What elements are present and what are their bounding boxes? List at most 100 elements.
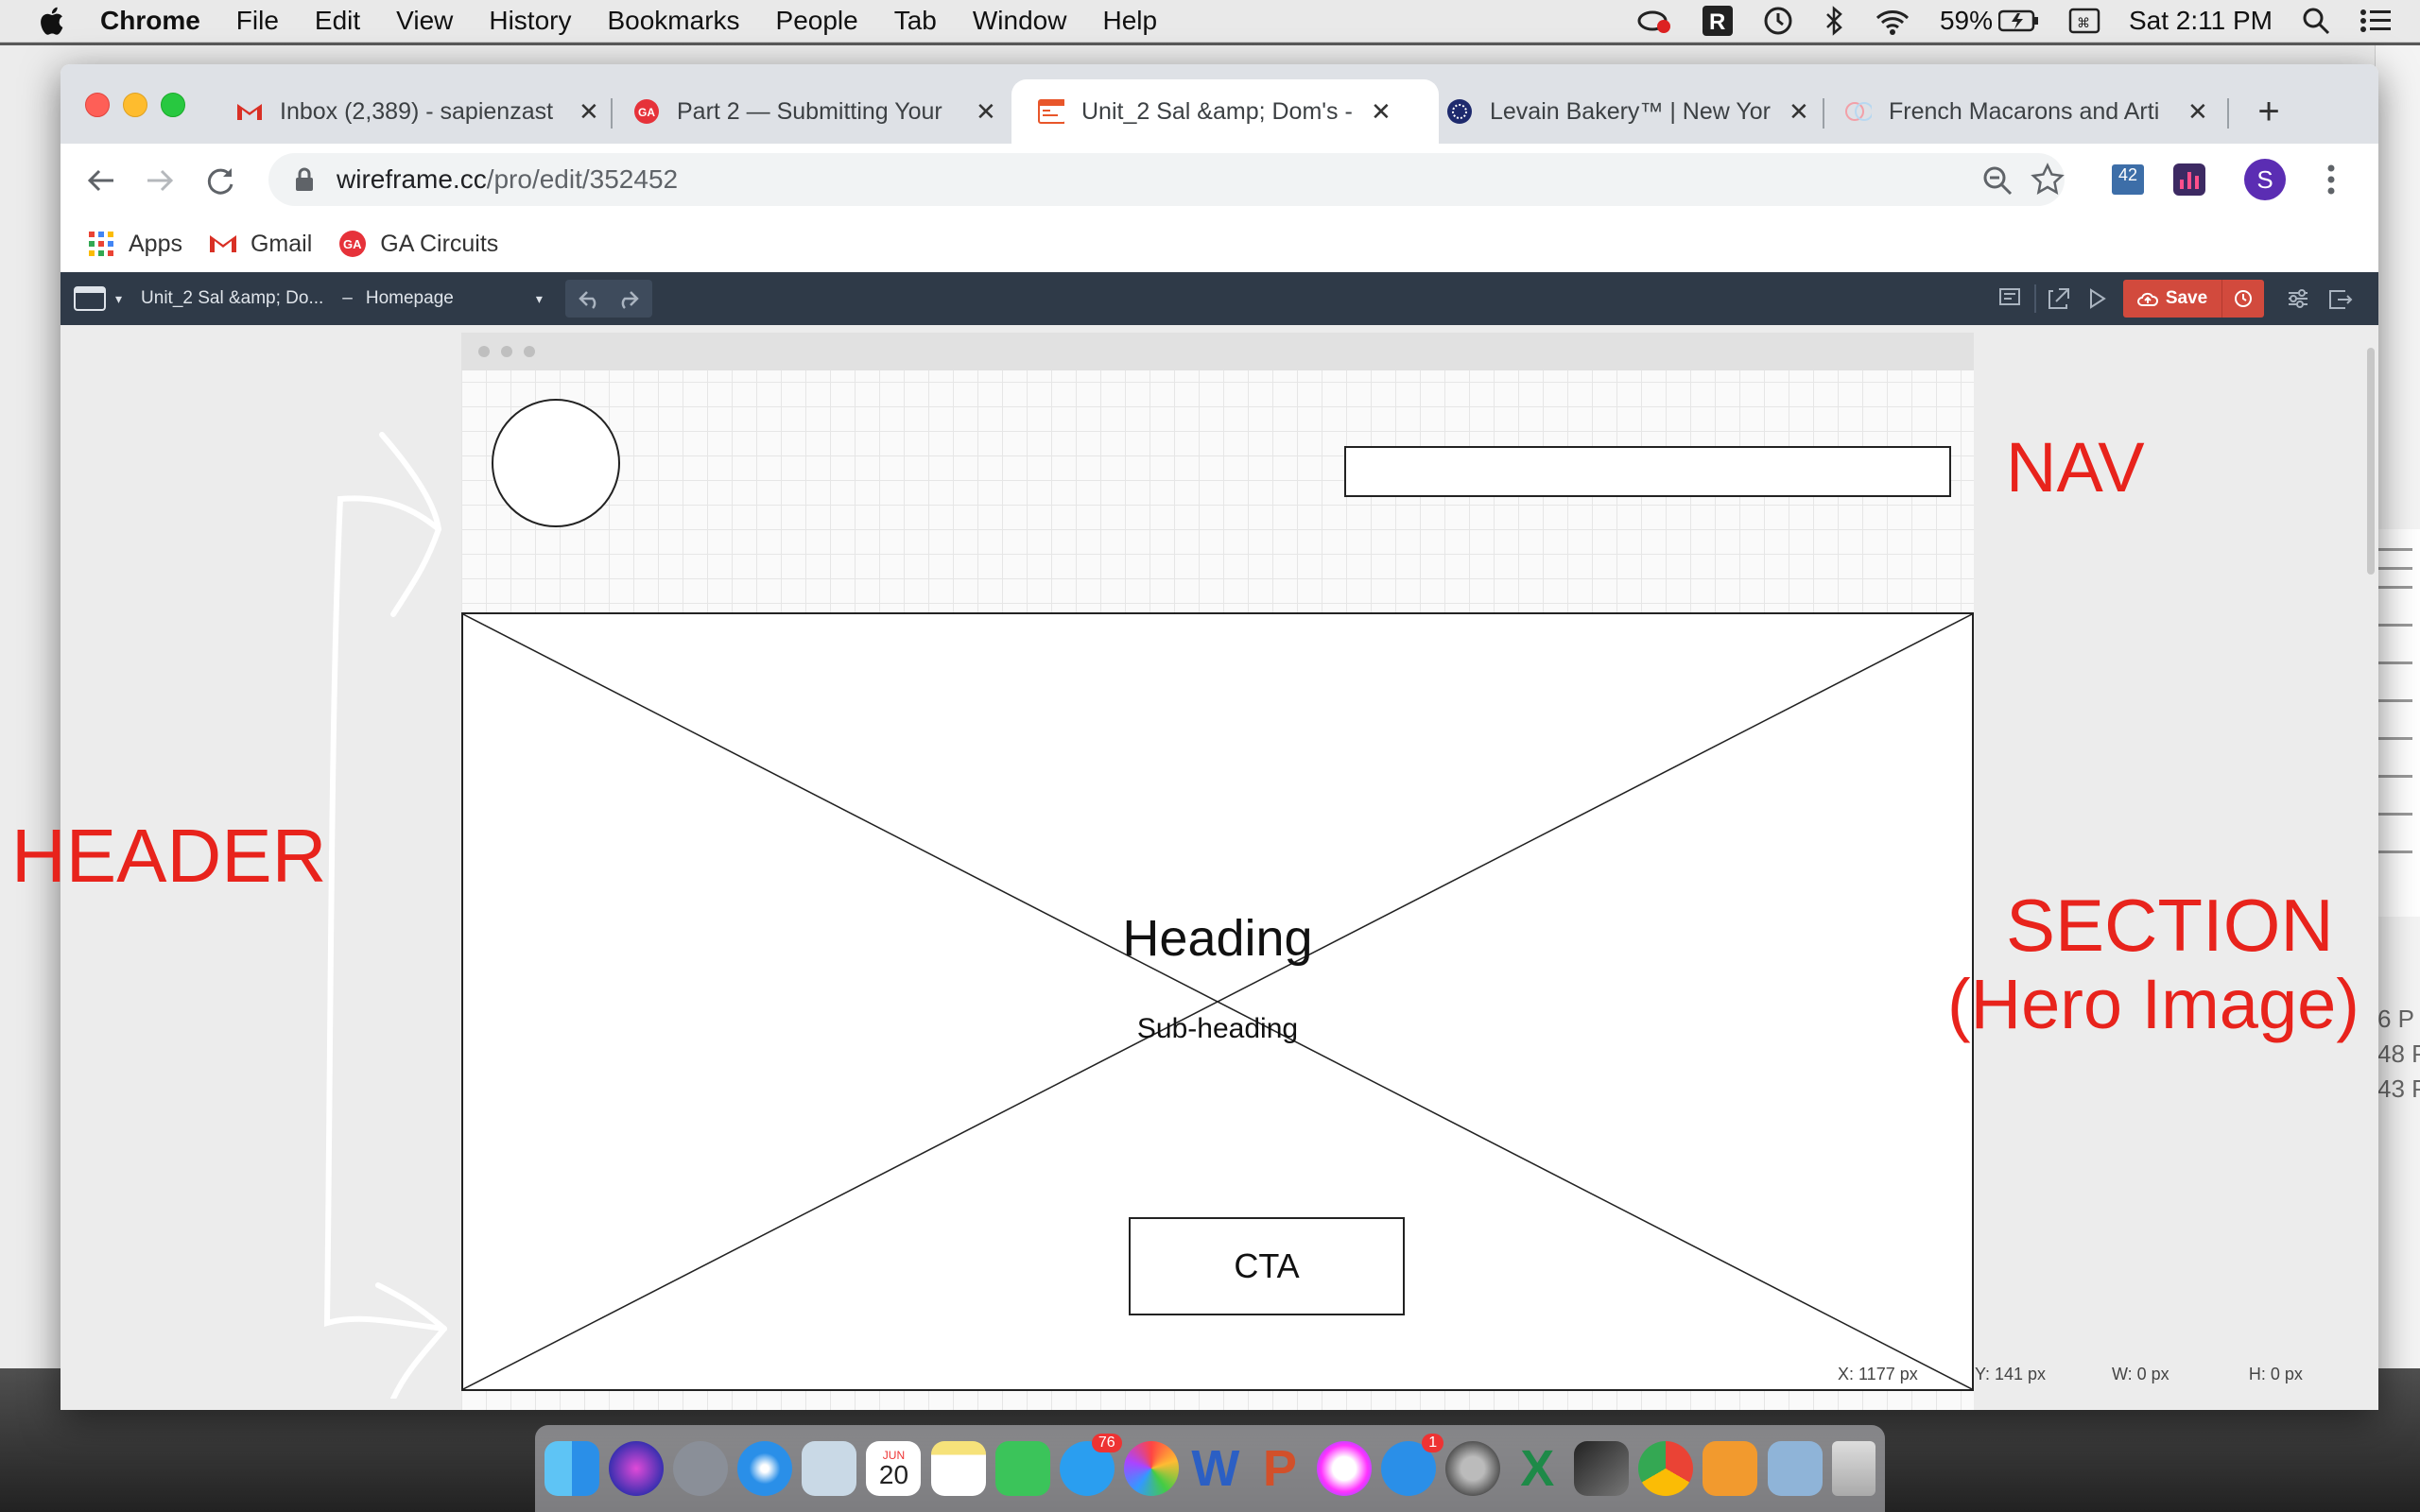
profile-avatar[interactable]: S (2244, 159, 2286, 200)
menu-edit[interactable]: Edit (315, 6, 360, 36)
menu-help[interactable]: Help (1102, 6, 1157, 36)
rescuetime-icon[interactable]: R (1702, 5, 1734, 37)
launchpad-icon[interactable] (673, 1441, 729, 1496)
battery-status[interactable]: 59% (1940, 6, 2040, 36)
itunes-icon[interactable] (1317, 1441, 1373, 1496)
minimize-window-button[interactable] (123, 93, 147, 117)
share-link-icon[interactable] (2040, 280, 2078, 318)
zoom-icon[interactable] (1981, 164, 2014, 197)
nav-placeholder-box[interactable] (1344, 446, 1951, 497)
undo-icon[interactable] (578, 288, 602, 309)
photos-icon[interactable] (1123, 1441, 1179, 1496)
tab-wireframe-active[interactable]: Unit_2 Sal &amp; Dom's - ✕ (1011, 79, 1439, 144)
preview-play-icon[interactable] (2078, 280, 2116, 318)
back-arrow-icon[interactable] (85, 164, 117, 197)
tab-levain[interactable]: Levain Bakery™ | New Yor ✕ (1431, 79, 1830, 144)
word-icon[interactable]: W (1188, 1441, 1243, 1496)
save-button[interactable]: Save (2123, 280, 2221, 318)
menu-people[interactable]: People (776, 6, 858, 36)
safari-icon[interactable] (737, 1441, 793, 1496)
wireframe-artboard[interactable]: Heading Sub-heading CTA (461, 333, 1974, 1410)
close-tab-icon[interactable]: ✕ (1789, 97, 1809, 127)
close-tab-icon[interactable]: ✕ (2187, 97, 2208, 127)
spotlight-search-icon[interactable] (2301, 6, 2331, 36)
finder-icon[interactable] (544, 1441, 600, 1496)
creative-cloud-icon[interactable] (1635, 7, 1673, 35)
reload-icon[interactable] (204, 164, 236, 197)
tab-macarons[interactable]: French Macarons and Arti ✕ (1832, 79, 2229, 144)
keyboard-input-icon[interactable]: ⌘ (2068, 7, 2100, 35)
time-machine-icon[interactable] (1762, 5, 1794, 37)
menubar-clock[interactable]: Sat 2:11 PM (2129, 6, 2273, 36)
menu-history[interactable]: History (489, 6, 571, 36)
calendar-day: 20 (878, 1460, 909, 1489)
history-button[interactable] (2221, 280, 2264, 318)
tab-gmail[interactable]: Inbox (2,389) - sapienzast ✕ (217, 79, 620, 144)
messages-icon[interactable]: 76 (1059, 1434, 1122, 1496)
menu-tab[interactable]: Tab (894, 6, 937, 36)
header-bracket-drawing (323, 432, 447, 1399)
tab-separator (611, 98, 613, 129)
redo-icon[interactable] (615, 288, 640, 309)
powerpoint-icon[interactable]: P (1253, 1441, 1307, 1496)
cloud-upload-icon (2136, 292, 2158, 306)
background-document-thumbnail (2373, 529, 2420, 917)
comments-icon[interactable] (1989, 280, 2031, 318)
hero-heading[interactable]: Heading (461, 909, 1974, 968)
section-annotation: SECTION (2006, 884, 2334, 967)
address-bar[interactable]: wireframe.cc/pro/edit/352452 (268, 153, 2065, 206)
bookmark-apps[interactable]: Apps (87, 230, 182, 258)
hero-subheading[interactable]: Sub-heading (461, 1013, 1974, 1045)
chevron-down-icon[interactable]: ▾ (115, 291, 122, 307)
extension-badge-icon[interactable]: 42 (2112, 164, 2144, 195)
bookmark-gmail[interactable]: Gmail (209, 230, 312, 258)
chevron-down-icon[interactable]: ▾ (536, 291, 543, 307)
bluetooth-icon[interactable] (1823, 5, 1845, 37)
bookmark-ga-circuits[interactable]: GA GA Circuits (338, 230, 498, 258)
exit-icon[interactable] (2319, 280, 2360, 318)
nav-annotation: NAV (2006, 428, 2145, 507)
facetime-icon[interactable] (994, 1441, 1050, 1496)
siri-icon[interactable] (609, 1441, 665, 1496)
menu-view[interactable]: View (396, 6, 453, 36)
project-name[interactable]: Unit_2 Sal &amp; Do... (141, 288, 323, 309)
notes-icon[interactable] (930, 1441, 986, 1496)
cta-button-placeholder[interactable]: CTA (1129, 1217, 1405, 1315)
logo-placeholder-circle[interactable] (492, 399, 620, 527)
page-selector[interactable]: Homepage (366, 288, 536, 309)
settings-sliders-icon[interactable] (2277, 280, 2319, 318)
menu-bookmarks[interactable]: Bookmarks (607, 6, 739, 36)
apple-menu-icon[interactable] (36, 4, 70, 38)
close-tab-icon[interactable]: ✕ (976, 97, 996, 127)
close-tab-icon[interactable]: ✕ (579, 97, 599, 127)
extension-chart-icon[interactable] (2172, 163, 2206, 197)
wifi-icon[interactable] (1874, 7, 1911, 35)
menu-file[interactable]: File (236, 6, 279, 36)
chrome-menu-icon[interactable] (2325, 163, 2337, 197)
menu-window[interactable]: Window (973, 6, 1067, 36)
image-capture-icon[interactable] (1767, 1441, 1823, 1496)
project-window-icon[interactable] (74, 286, 106, 311)
canvas-scrollbar[interactable] (2367, 348, 2375, 575)
calendar-icon[interactable]: JUN 20 (866, 1441, 922, 1496)
forward-arrow-icon[interactable] (144, 164, 176, 197)
close-tab-icon[interactable]: ✕ (1371, 97, 1392, 127)
artboard-dot (524, 346, 535, 357)
close-window-button[interactable] (85, 93, 110, 117)
app-store-icon[interactable]: 1 (1381, 1434, 1444, 1496)
excel-icon[interactable]: X (1510, 1441, 1564, 1496)
tab-ga[interactable]: GA Part 2 — Submitting Your ✕ (620, 79, 1017, 144)
system-preferences-icon[interactable] (1445, 1441, 1501, 1496)
bookmark-star-icon[interactable] (2031, 163, 2065, 197)
sublime-icon[interactable] (1703, 1441, 1758, 1496)
preview-icon[interactable] (802, 1441, 857, 1496)
notification-center-icon[interactable] (2360, 8, 2392, 34)
menu-app-name[interactable]: Chrome (100, 6, 200, 36)
new-tab-button[interactable]: + (2240, 79, 2297, 144)
final-cut-icon[interactable] (1574, 1441, 1630, 1496)
lock-icon (296, 167, 313, 191)
messages-badge: 76 (1091, 1434, 1122, 1452)
chrome-dock-icon[interactable] (1638, 1441, 1694, 1496)
trash-icon[interactable] (1831, 1441, 1876, 1496)
zoom-window-button[interactable] (161, 93, 185, 117)
